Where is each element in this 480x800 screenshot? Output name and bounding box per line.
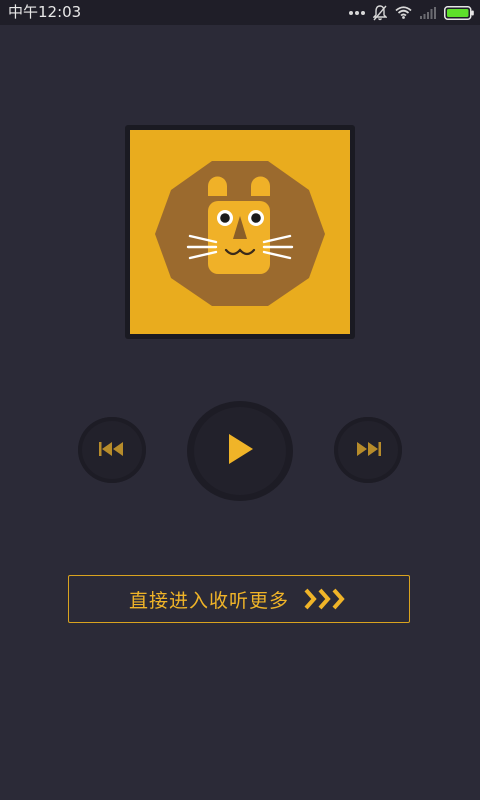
lion-face-icon <box>155 161 325 306</box>
triple-chevron-right-icon <box>303 588 349 610</box>
more-dots-icon <box>349 10 365 16</box>
album-art-frame <box>125 125 355 339</box>
next-button[interactable] <box>334 417 402 483</box>
previous-button[interactable] <box>78 417 146 483</box>
wifi-icon <box>395 6 412 19</box>
status-time: 中午12:03 <box>8 3 82 21</box>
play-icon <box>226 434 254 468</box>
app-screen: 中午12:03 直接进入收听更多 <box>0 0 480 800</box>
skip-next-icon <box>355 441 381 460</box>
battery-icon <box>444 5 474 20</box>
play-button-inner <box>194 407 286 495</box>
status-bar: 中午12:03 <box>0 0 480 25</box>
listen-more-button[interactable]: 直接进入收听更多 <box>68 575 410 623</box>
skip-previous-icon <box>99 441 125 460</box>
signal-icon <box>420 6 436 19</box>
album-art <box>130 130 350 334</box>
listen-more-label: 直接进入收听更多 <box>128 589 289 612</box>
notifications-off-icon <box>373 4 387 21</box>
status-icons <box>349 4 474 21</box>
play-button[interactable] <box>187 401 293 501</box>
